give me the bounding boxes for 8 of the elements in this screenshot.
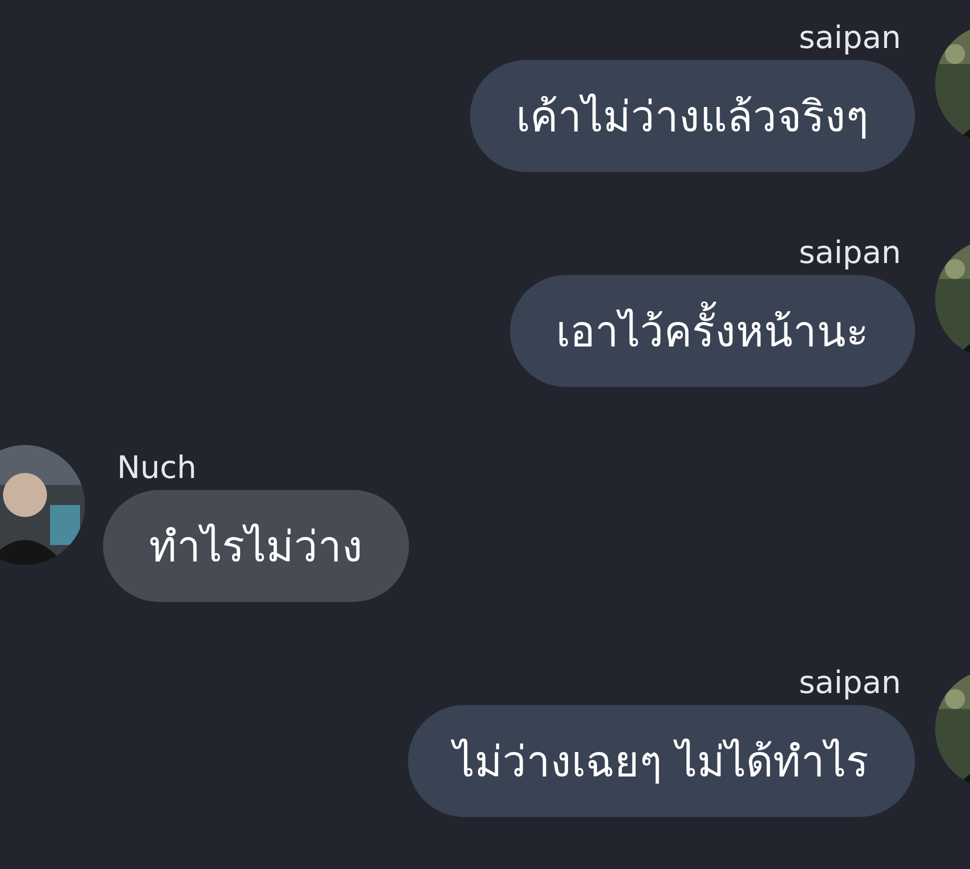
sender-name: Nuch xyxy=(116,450,198,486)
message-bubble: ไม่ว่างเฉยๆ ไม่ได้ทำไร xyxy=(408,705,915,817)
sender-name: saipan xyxy=(798,665,902,701)
sender-name: saipan xyxy=(798,235,902,271)
message-bubble: เอาไว้ครั้งหน้านะ xyxy=(510,275,915,387)
message-bubble: เค้าไม่ว่างแล้วจริงๆ xyxy=(470,60,915,172)
sender-name: saipan xyxy=(798,20,902,56)
message-bubble: ทำไรไม่ว่าง xyxy=(103,490,409,602)
